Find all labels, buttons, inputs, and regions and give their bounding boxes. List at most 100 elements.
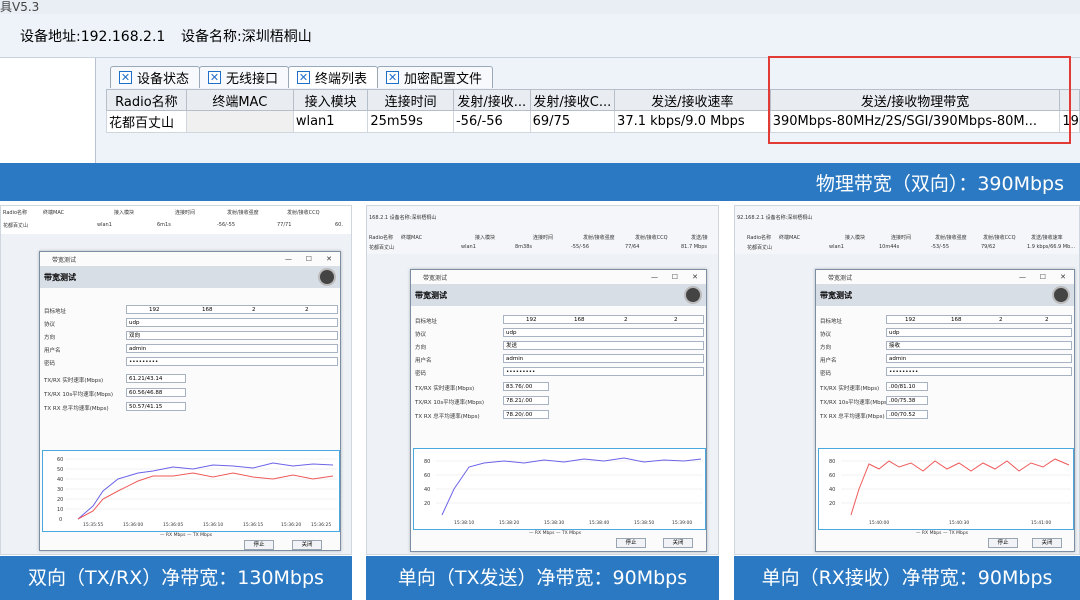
background-table: Radio名称 终端MAC 接入模块 连接时间 发射/接收强度 发射/接收CCQ… [1, 206, 351, 234]
checkbox-icon[interactable]: ✕ [208, 71, 222, 84]
dialog-titlebar: 带宽测试 — ☐ ✕ [411, 270, 706, 284]
avg10s-rate-field: 60.56/46.88 [126, 388, 186, 397]
tab-terminal-list[interactable]: ✕ 终端列表 [288, 66, 379, 88]
label-username: 用户名 [415, 358, 432, 364]
minimize-icon[interactable]: — [1019, 273, 1026, 281]
y-tick: 60 [424, 473, 430, 479]
bg-cell: 81.7 Mbps [681, 244, 707, 250]
tab-wireless-interface[interactable]: ✕ 无线接口 [199, 66, 290, 88]
bg-cell: 8m38s [515, 244, 533, 250]
x-tick: 15:40:30 [949, 520, 969, 526]
bg-cell: 79/62 [981, 244, 996, 250]
bg-cell: 花都百丈山 [747, 245, 773, 251]
y-tick: 20 [57, 497, 63, 503]
x-tick: 15:38:50 [634, 520, 654, 526]
avg10s-rate-field: 78.21/.00 [503, 396, 549, 405]
close-button[interactable]: 关闭 [292, 540, 322, 550]
column-header[interactable]: 接入模块 [292, 89, 369, 111]
maximize-icon[interactable]: ☐ [672, 273, 678, 281]
ip-input[interactable]: 192 168 2 2 [503, 315, 704, 324]
password-input[interactable]: ••••••••• [503, 367, 704, 376]
tab-encryption-config[interactable]: ✕ 加密配置文件 [377, 66, 494, 88]
rate-chart: 60 50 40 30 20 10 0 15:35:55 15:36:00 15… [42, 450, 340, 532]
protocol-select[interactable]: udp [886, 328, 1072, 337]
maximize-icon[interactable]: ☐ [1040, 273, 1046, 281]
background-window: 92.168.2.1 设备名称:深圳梧桐山 Radio名称 终端MAC 接入模块… [735, 206, 1079, 254]
bg-header-cell: 连接时间 [891, 235, 912, 241]
y-tick: 40 [57, 477, 63, 483]
bg-header-cell: 连接时间 [533, 235, 554, 241]
column-header[interactable]: Radio名称 [106, 89, 187, 111]
protocol-select[interactable]: udp [126, 318, 338, 327]
y-tick: 0 [59, 517, 62, 523]
rate-chart: 80 60 40 20 15:40:00 15:40:30 15:41:00 [818, 448, 1074, 530]
minimize-icon[interactable]: — [285, 255, 292, 263]
checkbox-icon[interactable]: ✕ [386, 71, 400, 84]
username-input[interactable]: admin [126, 344, 338, 353]
total-rate-field: 78.20/.00 [503, 410, 549, 419]
ip-input[interactable]: 192 168 2 2 [886, 315, 1072, 324]
y-tick: 40 [829, 487, 835, 493]
bg-header-cell: 连接时间 [175, 210, 196, 216]
checkbox-icon[interactable]: ✕ [119, 71, 132, 84]
close-button[interactable]: 关闭 [1032, 538, 1062, 548]
ip-octet: 2 [674, 317, 678, 323]
bg-header-cell: 终端MAC [779, 235, 801, 241]
close-icon[interactable]: ✕ [1060, 273, 1066, 281]
minimize-icon[interactable]: — [651, 273, 658, 281]
bg-header-cell: Radio名称 [747, 235, 772, 241]
dialog-header-title: 带宽测试 [44, 273, 76, 282]
password-input[interactable]: ••••••••• [886, 367, 1072, 376]
label-total-rate: TX RX 总平均速率(Mbps) [44, 406, 109, 412]
direction-select[interactable]: 双向 [126, 331, 338, 340]
close-button[interactable]: 关闭 [663, 538, 693, 548]
bg-cell: wlan1 [97, 222, 112, 228]
direction-select[interactable]: 接收 [886, 341, 1072, 350]
cell-radio-name: 花都百丈山 [106, 110, 187, 133]
y-tick: 60 [829, 473, 835, 479]
protocol-select[interactable]: udp [503, 328, 704, 337]
dialog-titlebar: 带宽测试 — ☐ ✕ [816, 270, 1074, 284]
column-header[interactable]: 发射/接收... [452, 89, 531, 111]
banner-text: 物理带宽（双向）：390Mbps [815, 173, 1064, 195]
bg-header-cell: Radio名称 [369, 235, 394, 241]
x-tick: 15:38:30 [544, 520, 564, 526]
stop-button[interactable]: 停止 [244, 540, 274, 550]
close-icon[interactable]: ✕ [692, 273, 698, 281]
column-header[interactable]: 发送/接收速率 [614, 89, 771, 111]
column-header[interactable]: 发射/接收C... [529, 89, 616, 111]
stop-button[interactable]: 停止 [616, 538, 646, 548]
tab-label: 终端列表 [315, 72, 368, 87]
tx-line [441, 457, 702, 516]
username-input[interactable]: admin [886, 354, 1072, 363]
cell-module: wlan1 [292, 110, 369, 133]
checkbox-icon[interactable]: ✕ [297, 71, 311, 84]
ip-octet: 2 [252, 307, 256, 313]
bg-header-cell: 接入模块 [114, 210, 135, 216]
label-direction: 方向 [415, 345, 427, 351]
close-icon[interactable]: ✕ [326, 255, 332, 263]
label-10s-rate: TX/RX 10s平均速率(Mbps) [415, 400, 485, 406]
app-title: 具V5.3 [0, 0, 40, 14]
tab-device-status[interactable]: ✕ 设备状态 [110, 66, 201, 88]
dialog-title: 带宽测试 [828, 275, 853, 282]
y-tick: 10 [57, 507, 63, 513]
direction-select[interactable]: 发送 [503, 341, 704, 350]
ip-input[interactable]: 192 168 2 2 [126, 305, 338, 314]
x-tick: 15:36:25 [311, 522, 331, 528]
y-tick: 30 [57, 487, 63, 493]
maximize-icon[interactable]: ☐ [306, 255, 312, 263]
screenshot-panel-rx: 92.168.2.1 设备名称:深圳梧桐山 Radio名称 终端MAC 接入模块… [734, 205, 1080, 555]
label-total-rate: TX RX 总平均速率(Mbps) [415, 414, 480, 420]
cell-signal: -56/-56 [452, 110, 531, 133]
column-header[interactable]: 连接时间 [367, 89, 454, 111]
ip-octet: 168 [574, 317, 585, 323]
bg-cell: 6m1s [157, 222, 171, 228]
ip-octet: 2 [1045, 317, 1049, 323]
password-input[interactable]: ••••••••• [126, 357, 338, 366]
column-header[interactable]: 终端MAC [185, 89, 294, 111]
username-input[interactable]: admin [503, 354, 704, 363]
device-address: 设备地址:192.168.2.1 [20, 29, 166, 45]
stop-button[interactable]: 停止 [988, 538, 1018, 548]
left-tree-panel[interactable] [0, 58, 96, 163]
